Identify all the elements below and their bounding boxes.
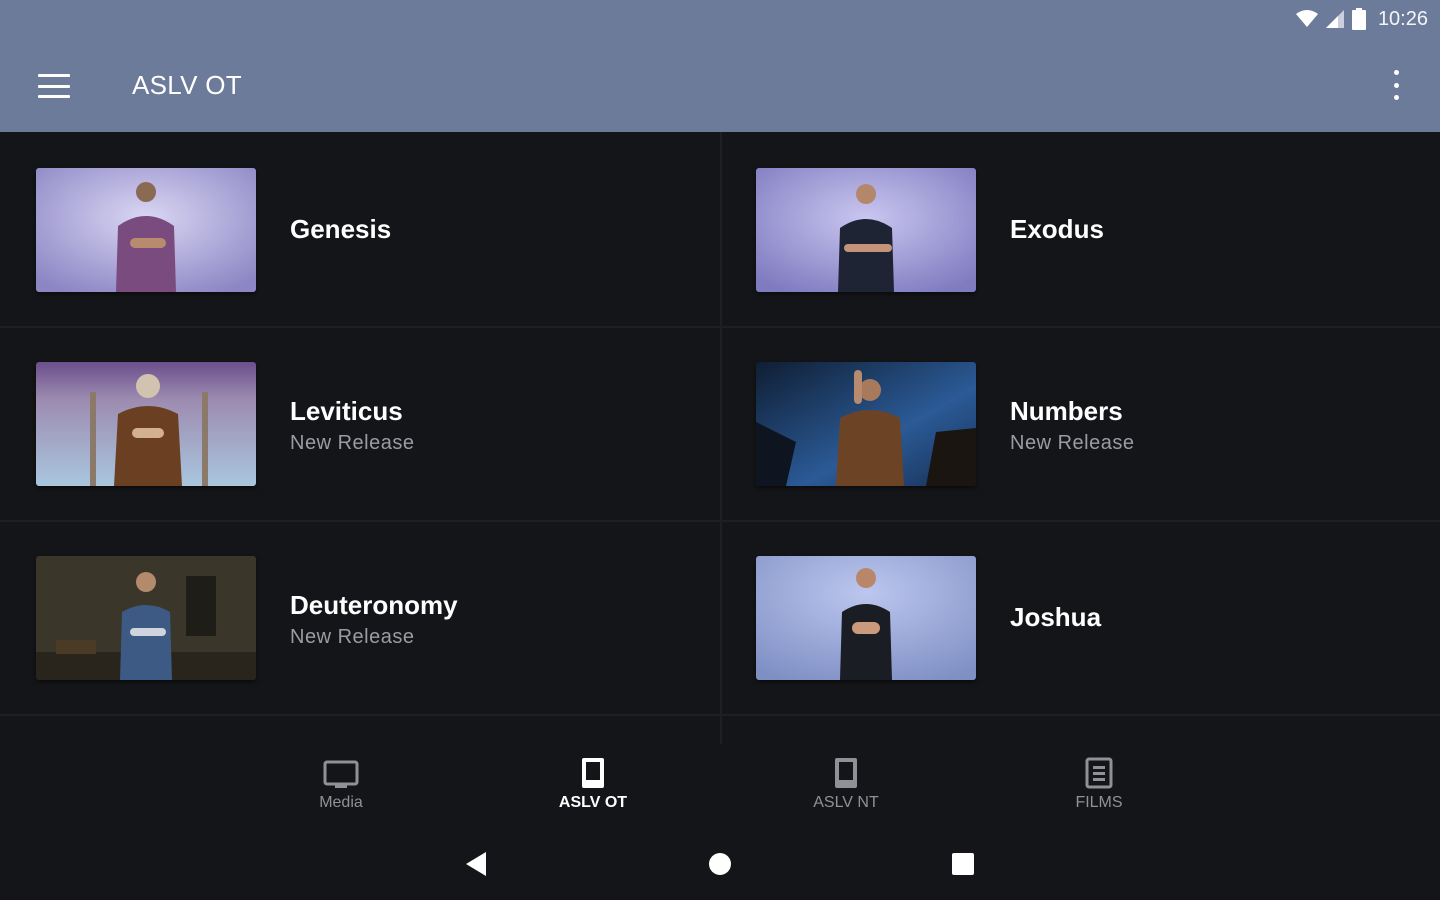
book-icon [835, 758, 857, 788]
signal-icon [1325, 10, 1344, 28]
book-subtitle: New Release [290, 626, 415, 648]
nav-tab-aslv-nt[interactable]: ASLV NT [776, 756, 916, 820]
book-item-leviticus[interactable]: Leviticus New Release [0, 326, 720, 520]
nav-tab-media[interactable]: Media [271, 756, 411, 820]
book-subtitle: New Release [1010, 432, 1135, 454]
book-thumbnail [756, 362, 976, 486]
tv-icon [323, 760, 359, 788]
book-title: Numbers [1010, 396, 1123, 426]
book-thumbnail [36, 362, 256, 486]
page-title: ASLV OT [132, 70, 242, 100]
status-time: 10:26 [1377, 7, 1428, 30]
book-thumbnail [36, 556, 256, 680]
bottom-navigation: Media ASLV OT ASLV NT FILMS [0, 744, 1440, 830]
book-thumbnail [756, 556, 976, 680]
book-title: Deuteronomy [290, 590, 458, 620]
book-thumbnail [756, 168, 976, 292]
book-item-genesis[interactable]: Genesis [0, 132, 720, 326]
book-title: Joshua [1010, 602, 1102, 632]
book-title: Genesis [290, 214, 392, 244]
recents-icon[interactable] [951, 852, 975, 876]
nav-tab-label: Media [319, 794, 363, 811]
nav-tab-aslv-ot[interactable]: ASLV OT [523, 756, 663, 820]
book-grid: Genesis Exodus Leviticus New Release Num… [0, 132, 1440, 744]
toolbar: ASLV OT [0, 52, 1440, 120]
book-icon [582, 758, 604, 788]
book-title: Exodus [1010, 214, 1104, 244]
status-bar: 10:26 [1295, 6, 1428, 32]
row-divider [0, 714, 1440, 716]
home-icon[interactable] [708, 852, 732, 876]
wifi-icon [1295, 10, 1318, 27]
book-item-deuteronomy[interactable]: Deuteronomy New Release [0, 520, 720, 714]
book-subtitle: New Release [290, 432, 415, 454]
film-icon [1085, 757, 1113, 789]
overflow-menu-icon[interactable] [1388, 70, 1404, 100]
hamburger-menu-icon[interactable] [38, 72, 70, 100]
book-item-joshua[interactable]: Joshua [720, 520, 1440, 714]
app-bar: 10:26 ASLV OT [0, 0, 1440, 132]
book-item-exodus[interactable]: Exodus [720, 132, 1440, 326]
system-navigation-bar [0, 830, 1440, 900]
nav-tab-label: FILMS [1075, 794, 1123, 811]
nav-tab-label: ASLV NT [813, 794, 879, 811]
book-title: Leviticus [290, 396, 403, 426]
back-icon[interactable] [464, 850, 488, 878]
nav-tab-label: ASLV OT [558, 794, 628, 811]
battery-icon [1351, 8, 1366, 30]
book-item-numbers[interactable]: Numbers New Release [720, 326, 1440, 520]
nav-tab-films[interactable]: FILMS [1029, 756, 1169, 820]
book-thumbnail [36, 168, 256, 292]
